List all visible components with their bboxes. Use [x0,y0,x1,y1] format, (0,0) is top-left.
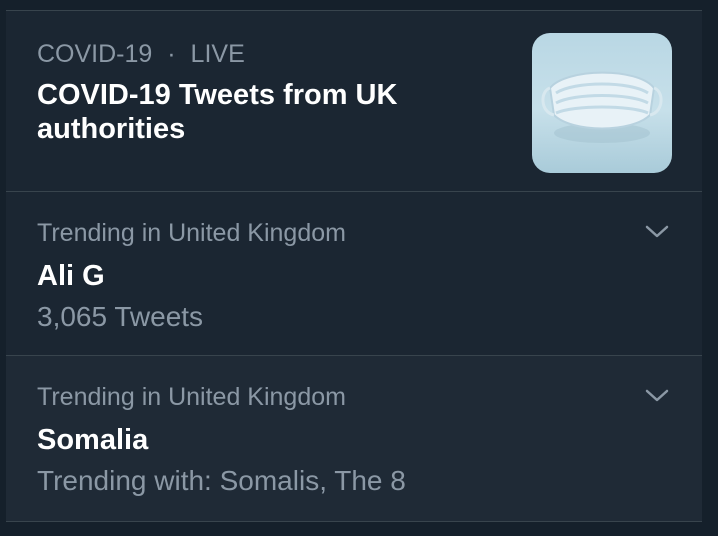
chevron-down-icon [645,389,669,402]
trend-item-ali-g[interactable]: Trending in United Kingdom Ali G 3,065 T… [6,192,702,356]
live-event-title: COVID-19 Tweets from UK authorities [37,79,398,146]
trend-item-somalia[interactable]: Trending in United Kingdom Somalia Trend… [6,356,702,522]
trend-menu-button[interactable] [643,222,671,240]
topic-label: COVID-19 [37,40,153,68]
trend-menu-button[interactable] [643,386,671,404]
trend-title: Somalia [37,424,149,456]
trending-with-text: Trending with: Somalis, The 8 [37,465,406,496]
live-event-card[interactable]: COVID-19 · LIVE COVID-19 Tweets from UK … [6,10,702,192]
trend-title: Ali G [37,260,105,292]
separator-dot: · [167,40,176,68]
live-event-thumbnail[interactable] [532,33,672,173]
trend-context: Trending in United Kingdom [37,383,346,411]
chevron-down-icon [645,225,669,238]
live-event-meta: COVID-19 · LIVE [37,42,245,67]
live-status: LIVE [190,40,245,68]
trends-panel: COVID-19 · LIVE COVID-19 Tweets from UK … [0,0,718,536]
trend-tweet-count: 3,065 Tweets [37,301,204,332]
trend-context: Trending in United Kingdom [37,219,346,247]
medical-mask-icon [541,71,663,143]
